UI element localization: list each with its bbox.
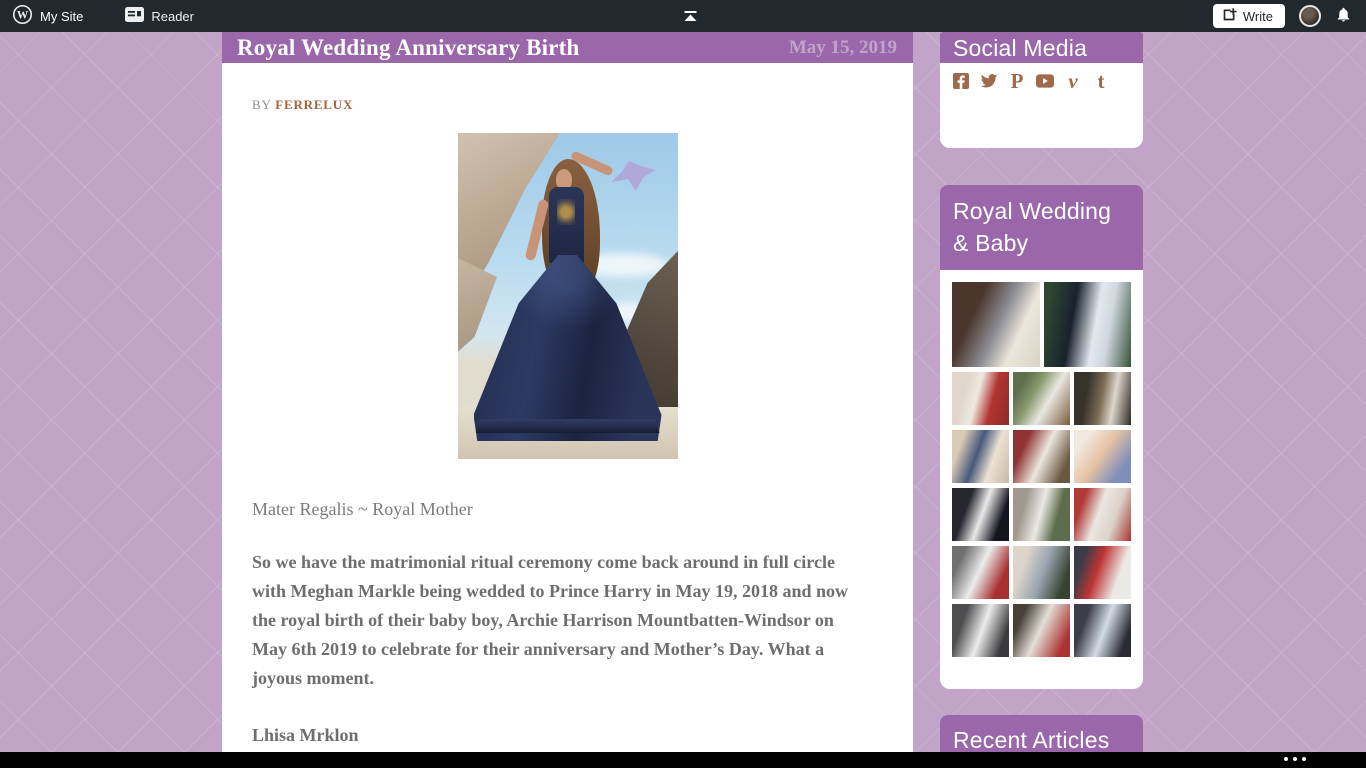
- write-label: Write: [1243, 9, 1273, 24]
- wp-admin-bar: W My Site Reader: [0, 0, 1366, 32]
- gallery-widget-title: Royal Wedding & Baby: [940, 185, 1143, 270]
- pinterest-icon[interactable]: P: [1008, 72, 1026, 90]
- gallery-photo[interactable]: [952, 282, 1040, 367]
- article-date: May 15, 2019: [789, 37, 897, 59]
- article-hero-image: [458, 133, 678, 459]
- youtube-icon[interactable]: [1036, 72, 1054, 90]
- gallery-photo[interactable]: [1013, 546, 1070, 599]
- gallery-photo[interactable]: [1013, 372, 1070, 425]
- article-title-bar: Royal Wedding Anniversary Birth May 15, …: [222, 32, 913, 63]
- gallery-photo[interactable]: [1013, 430, 1070, 483]
- tumblr-icon[interactable]: t: [1092, 72, 1110, 90]
- byline-prefix: BY: [252, 97, 275, 112]
- social-media-widget-title: Social Media: [940, 32, 1143, 63]
- facebook-icon[interactable]: [952, 72, 970, 90]
- wordpress-logo-menu[interactable]: W My Site: [0, 0, 95, 32]
- article-panel: Royal Wedding Anniversary Birth May 15, …: [222, 32, 913, 752]
- bottom-overlay-bar: [0, 752, 1366, 768]
- svg-text:W: W: [17, 9, 29, 21]
- user-avatar[interactable]: [1299, 5, 1321, 27]
- reader-label: Reader: [151, 9, 194, 24]
- royal-wedding-baby-widget: Royal Wedding & Baby: [940, 185, 1143, 689]
- article-paragraph-main: So we have the matrimonial ritual ceremo…: [252, 548, 866, 693]
- author-link[interactable]: FERRELUX: [275, 97, 353, 112]
- article-title: Royal Wedding Anniversary Birth: [237, 35, 580, 61]
- overflow-menu-dots[interactable]: [1284, 757, 1306, 761]
- vimeo-icon[interactable]: v: [1064, 72, 1082, 90]
- photo-gallery-grid: [952, 282, 1131, 657]
- collapse-toolbar-button[interactable]: [676, 0, 704, 32]
- gallery-photo[interactable]: [1013, 488, 1070, 541]
- new-post-icon: [1222, 7, 1237, 25]
- gallery-photo[interactable]: [952, 488, 1009, 541]
- gallery-photo[interactable]: [1074, 372, 1131, 425]
- article-paragraph-signoff: Lhisa Mrklon: [252, 725, 883, 746]
- watermark-graphic: [612, 161, 656, 191]
- gallery-photo[interactable]: [1074, 604, 1131, 657]
- gallery-photo[interactable]: [952, 546, 1009, 599]
- gallery-photo[interactable]: [952, 604, 1009, 657]
- write-button[interactable]: Write: [1213, 4, 1285, 28]
- byline: BY FERRELUX: [252, 97, 883, 113]
- notifications-bell-icon[interactable]: [1335, 6, 1352, 26]
- arrow-up-icon: [683, 9, 698, 23]
- gallery-photo[interactable]: [952, 372, 1009, 425]
- wordpress-logo-icon: W: [12, 4, 33, 28]
- gallery-photo[interactable]: [1074, 546, 1131, 599]
- gallery-photo[interactable]: [1044, 282, 1132, 367]
- social-media-widget: Social Media P v t: [940, 32, 1143, 148]
- reader-menu[interactable]: Reader: [113, 0, 206, 32]
- reader-icon: [125, 7, 144, 25]
- gallery-photo[interactable]: [1074, 430, 1131, 483]
- twitter-icon[interactable]: [980, 72, 998, 90]
- gallery-photo[interactable]: [1013, 604, 1070, 657]
- article-paragraph-intro: Mater Regalis ~ Royal Mother: [252, 499, 883, 520]
- sidebar: Social Media P v t: [940, 32, 1143, 752]
- gallery-photo[interactable]: [952, 430, 1009, 483]
- my-site-label: My Site: [40, 9, 83, 24]
- gallery-photo[interactable]: [1074, 488, 1131, 541]
